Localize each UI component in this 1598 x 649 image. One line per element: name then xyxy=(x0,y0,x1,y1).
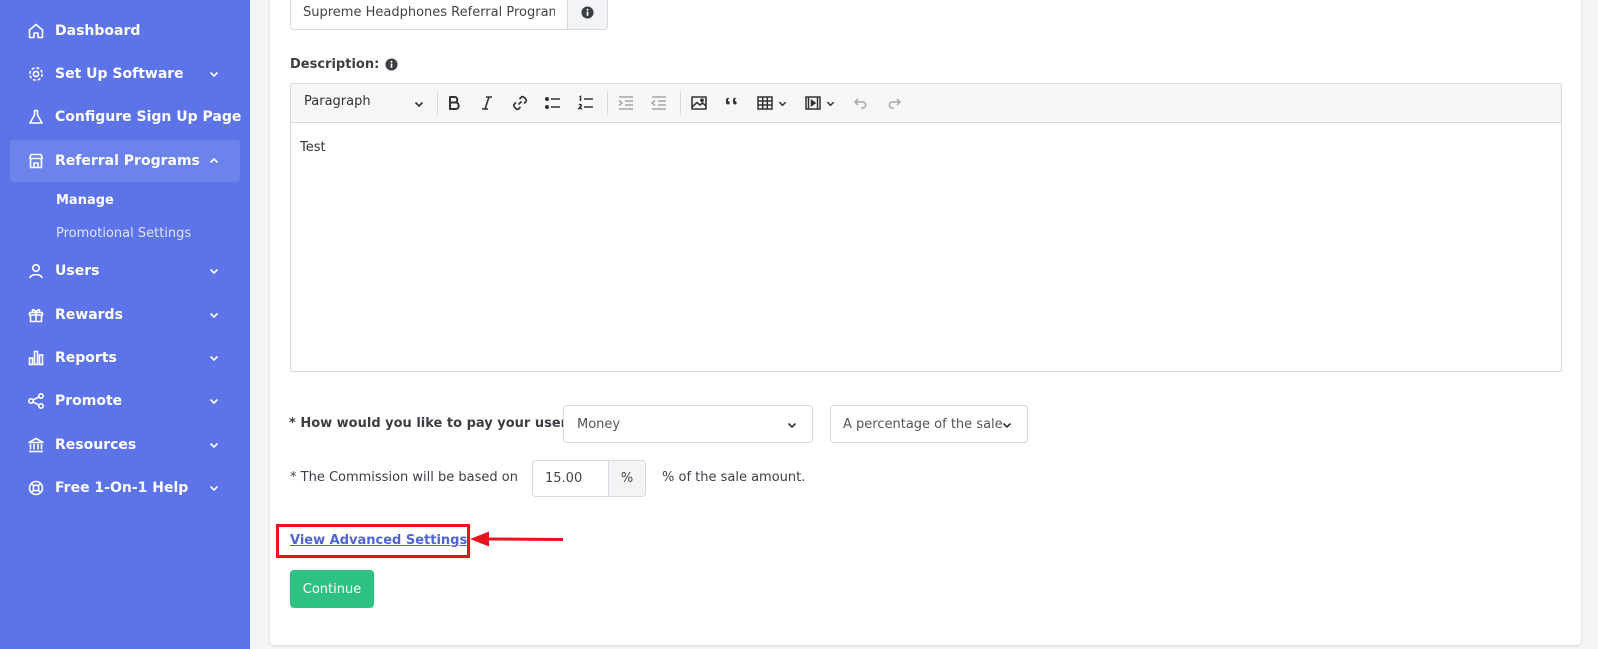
commission-input[interactable] xyxy=(532,460,609,497)
info-button[interactable] xyxy=(567,0,608,30)
chevron-down-icon xyxy=(208,68,220,80)
toolbar-divider xyxy=(607,92,608,115)
numbered-list-icon[interactable] xyxy=(576,93,596,113)
link-icon[interactable] xyxy=(510,93,530,113)
editor-toolbar: Paragraph xyxy=(291,84,1561,123)
chevron-down-icon xyxy=(786,419,798,431)
chevron-down-icon xyxy=(208,265,220,277)
sidebar-item-users[interactable]: Users xyxy=(10,250,240,292)
pay-type-value: A percentage of the sale xyxy=(843,416,1003,432)
chevron-down-icon xyxy=(208,395,220,407)
table-icon[interactable] xyxy=(755,93,775,113)
chevron-down-icon[interactable] xyxy=(775,93,789,113)
chevron-down-icon[interactable] xyxy=(823,93,837,113)
sidebar-item-label: Reports xyxy=(55,350,117,366)
bold-icon[interactable] xyxy=(444,93,464,113)
user-icon xyxy=(27,262,45,280)
sidebar-item-label: Dashboard xyxy=(55,23,141,39)
chevron-down-icon xyxy=(208,352,220,364)
bank-icon xyxy=(27,436,45,454)
continue-button[interactable]: Continue xyxy=(290,570,374,608)
chevron-down-icon xyxy=(208,482,220,494)
chevron-up-icon xyxy=(208,155,220,167)
sidebar-item-free-help[interactable]: Free 1-On-1 Help xyxy=(10,467,240,509)
home-icon xyxy=(27,22,45,40)
sidebar-item-configure-sign-up-page[interactable]: Configure Sign Up Page xyxy=(10,96,242,138)
toolbar-divider xyxy=(680,92,681,115)
sidebar-item-label: Set Up Software xyxy=(55,66,184,82)
commission-label: * The Commission will be based on xyxy=(290,470,518,485)
chevron-down-icon xyxy=(208,439,220,451)
italic-icon[interactable] xyxy=(477,93,497,113)
sidebar-item-rewards[interactable]: Rewards xyxy=(10,294,240,336)
undo-icon[interactable] xyxy=(851,93,871,113)
percent-addon: % xyxy=(608,460,646,497)
sidebar-item-label: Free 1-On-1 Help xyxy=(55,480,189,496)
flask-icon xyxy=(27,108,45,126)
bulleted-list-icon[interactable] xyxy=(543,93,563,113)
sidebar-item-set-up-software[interactable]: Set Up Software xyxy=(10,53,240,95)
sidebar-item-promote[interactable]: Promote xyxy=(10,380,240,422)
commission-suffix: % of the sale amount. xyxy=(662,470,806,485)
sidebar-item-referral-programs[interactable]: Referral Programs xyxy=(10,140,240,182)
pay-type-select[interactable]: A percentage of the sale xyxy=(830,405,1028,443)
share-icon xyxy=(27,392,45,410)
sidebar-item-dashboard[interactable]: Dashboard xyxy=(10,10,240,52)
sidebar-item-resources[interactable]: Resources xyxy=(10,424,240,466)
sidebar: Dashboard Set Up Software Configure Sign… xyxy=(0,0,250,649)
sidebar-item-reports[interactable]: Reports xyxy=(10,337,240,379)
redo-icon[interactable] xyxy=(884,93,904,113)
rich-text-editor: Paragraph Test xyxy=(290,83,1562,372)
view-advanced-settings-link[interactable]: View Advanced Settings xyxy=(290,533,467,548)
chevron-down-icon xyxy=(208,309,220,321)
description-label: Description: xyxy=(290,57,380,72)
annotation-arrow-icon xyxy=(470,531,564,547)
sidebar-subitem-promotional-settings[interactable]: Promotional Settings xyxy=(56,226,191,241)
editor-content[interactable]: Test xyxy=(300,140,326,155)
image-icon[interactable] xyxy=(689,93,709,113)
blockquote-icon[interactable] xyxy=(722,93,742,113)
sidebar-item-label: Configure Sign Up Page xyxy=(55,109,242,125)
gift-icon xyxy=(27,306,45,324)
store-icon xyxy=(27,152,45,170)
sidebar-item-label: Users xyxy=(55,263,100,279)
info-icon xyxy=(581,5,594,19)
pay-users-label: * How would you like to pay your users: xyxy=(289,416,580,431)
chevron-down-icon xyxy=(1001,419,1013,431)
lifebuoy-icon xyxy=(27,479,45,497)
bar-chart-icon xyxy=(27,349,45,367)
sidebar-item-label: Promote xyxy=(55,393,123,409)
chevron-down-icon[interactable] xyxy=(413,98,425,110)
program-name-input[interactable] xyxy=(290,0,568,30)
indent-icon[interactable] xyxy=(616,93,636,113)
description-label-wrap: Description: xyxy=(290,57,398,72)
toolbar-divider xyxy=(437,92,438,115)
sidebar-subitem-manage[interactable]: Manage xyxy=(56,193,114,208)
block-format-select[interactable]: Paragraph xyxy=(304,94,371,109)
outdent-icon[interactable] xyxy=(649,93,669,113)
info-icon[interactable] xyxy=(385,58,398,71)
gear-icon xyxy=(27,65,45,83)
pay-method-select[interactable]: Money xyxy=(563,405,813,443)
media-embed-icon[interactable] xyxy=(803,93,823,113)
sidebar-item-label: Rewards xyxy=(55,307,123,323)
sidebar-item-label: Resources xyxy=(55,437,137,453)
sidebar-item-label: Referral Programs xyxy=(55,153,200,169)
pay-method-value: Money xyxy=(577,416,621,432)
